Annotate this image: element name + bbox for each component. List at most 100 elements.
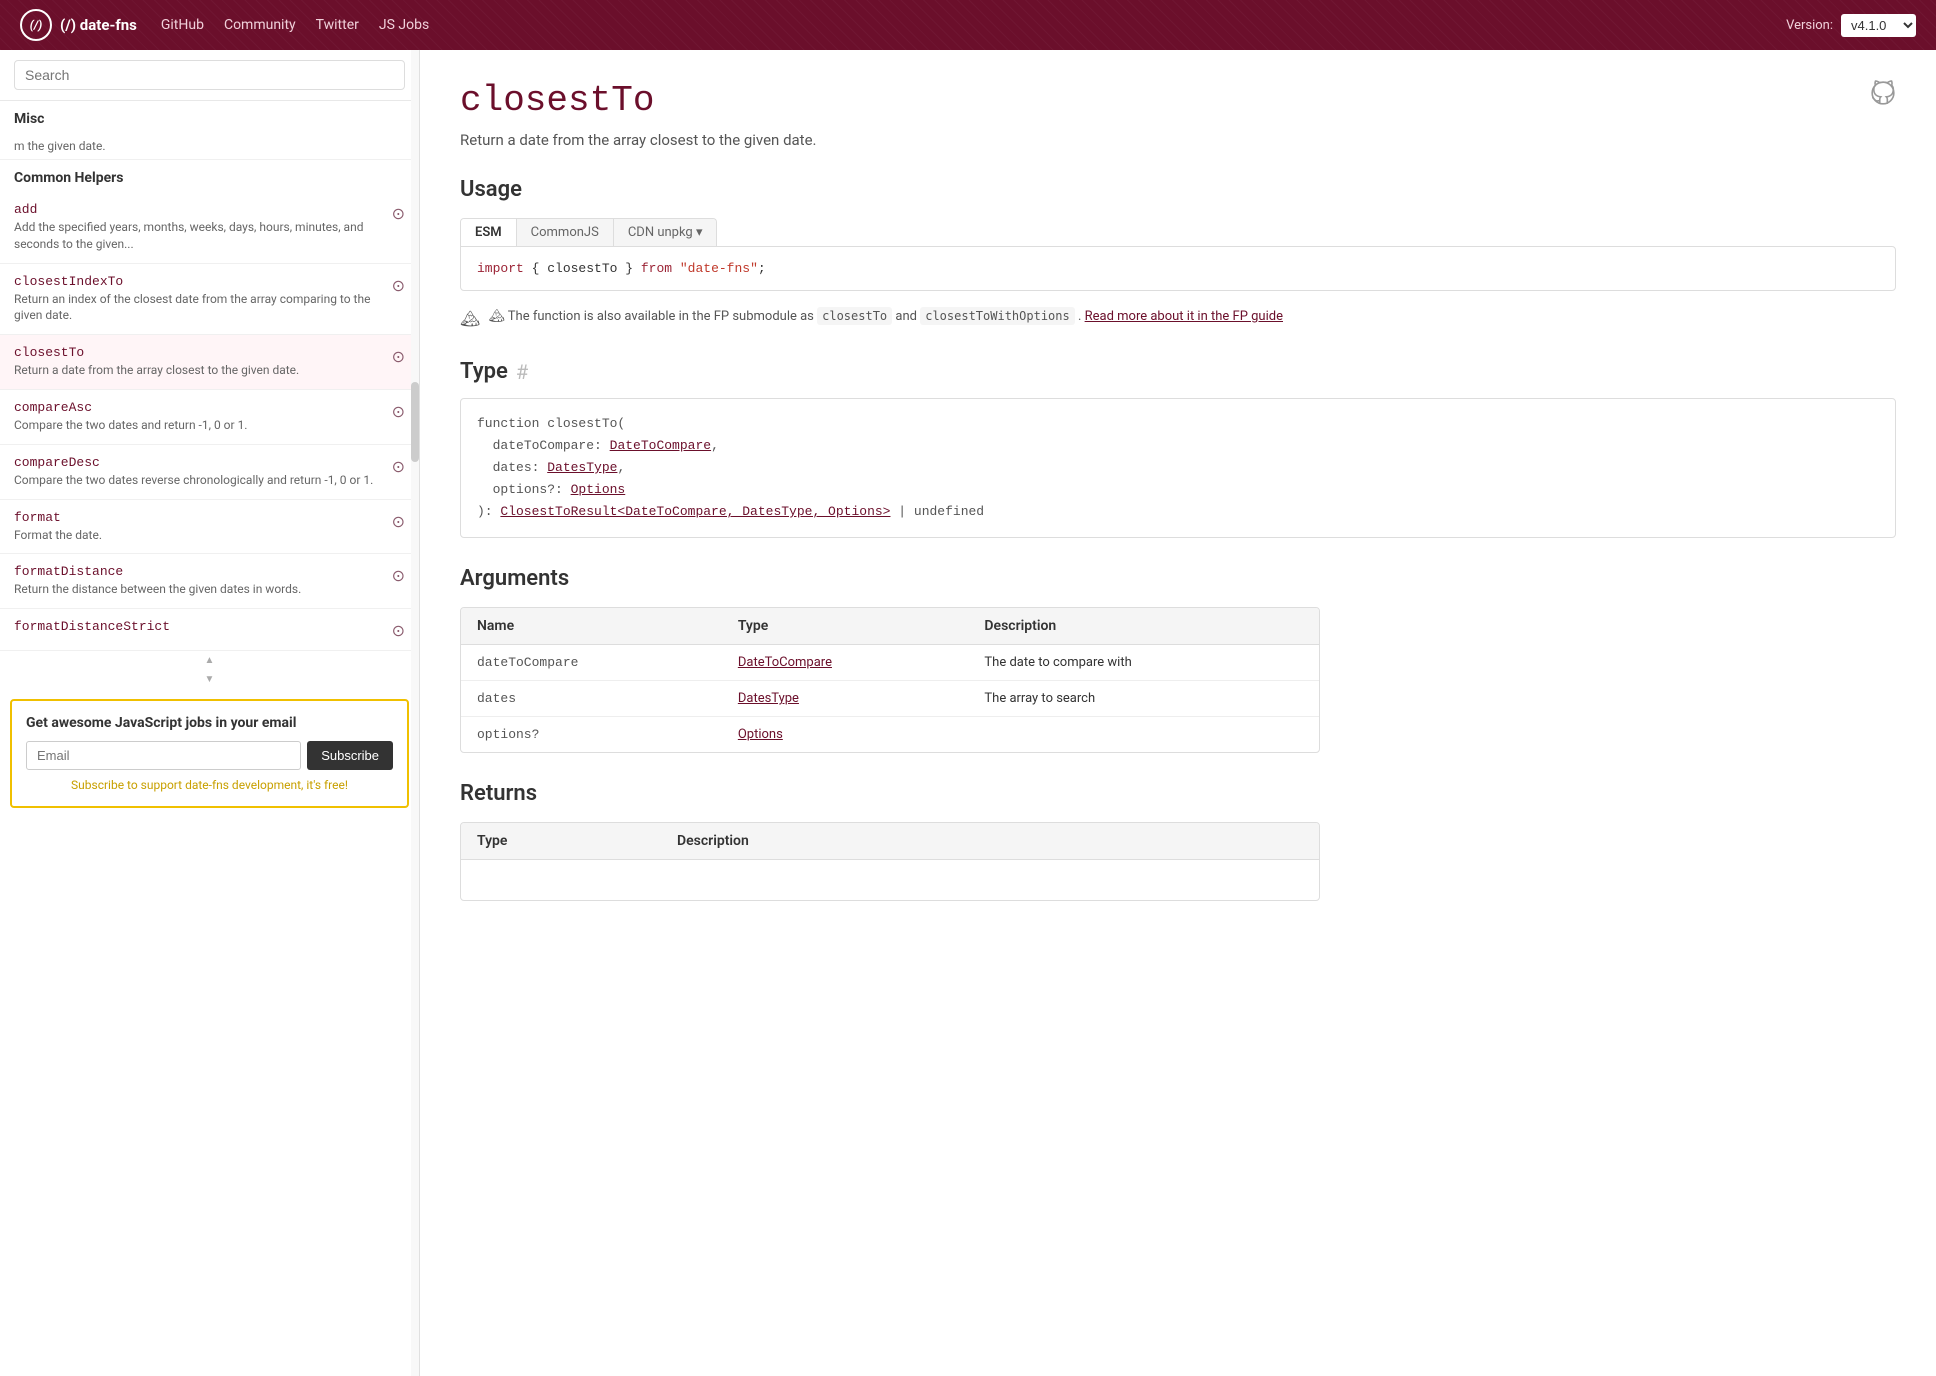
fp-code2: closestToWithOptions	[920, 307, 1075, 325]
version-selector-container: Version: v4.1.0v3.6.0v2.30.0v1.30.1	[1786, 14, 1916, 37]
arrow-icon: ⊙	[392, 512, 405, 531]
scroll-up-indicator: ▲	[0, 651, 419, 670]
arg-desc: The array to search	[968, 681, 1319, 717]
arguments-heading: Arguments	[460, 566, 1896, 591]
sidebar-item-desc: Return an index of the closest date from…	[14, 291, 384, 325]
arg-type: DateToCompare	[722, 645, 969, 681]
arrow-icon: ⊙	[392, 621, 405, 640]
scrollbar-thumb[interactable]	[411, 382, 419, 462]
type-code-line4: options?: Options	[493, 482, 626, 497]
main-content: closestTo Return a date from the array c…	[420, 50, 1936, 1376]
arg-type-link[interactable]: DatesType	[738, 691, 799, 706]
twitter-link[interactable]: Twitter	[316, 17, 359, 33]
ad-note: Subscribe to support date-fns developmen…	[26, 778, 393, 792]
misc-section-header: Misc	[0, 101, 419, 133]
arrow-icon: ⊙	[392, 347, 405, 366]
arg-desc	[968, 717, 1319, 753]
tab-cdn[interactable]: CDN unpkg ▾	[614, 219, 717, 246]
tab-commonjs[interactable]: CommonJS	[517, 219, 614, 246]
sidebar-item-name: compareDesc	[14, 455, 384, 470]
type-hash: #	[516, 360, 528, 384]
sidebar-item-format[interactable]: format Format the date. ⊙	[0, 500, 419, 555]
sidebar-item-name: closestIndexTo	[14, 274, 384, 289]
usage-heading: Usage	[460, 177, 1896, 202]
datetocompare-type-link[interactable]: DateToCompare	[610, 438, 711, 453]
sidebar-item-closestto[interactable]: closestTo Return a date from the array c…	[0, 335, 419, 390]
logo[interactable]: (/) (/) date-fns	[20, 9, 137, 41]
arg-type-link[interactable]: Options	[738, 727, 783, 742]
fp-code1: closestTo	[817, 307, 892, 325]
github-link[interactable]: GitHub	[161, 17, 204, 33]
import-code-block: import { closestTo } from "date-fns";	[460, 246, 1896, 291]
table-row: options? Options	[461, 717, 1319, 753]
closesttoresult-type-link[interactable]: ClosestToResult<DateToCompare, DatesType…	[500, 504, 890, 519]
sidebar-item-desc: Compare the two dates and return -1, 0 o…	[14, 417, 384, 434]
type-code-line5: ): ClosestToResult<DateToCompare, DatesT…	[477, 504, 984, 519]
ad-title: Get awesome JavaScript jobs in your emai…	[26, 715, 393, 731]
datestype-type-link[interactable]: DatesType	[547, 460, 617, 475]
arrow-icon: ⊙	[392, 402, 405, 421]
type-heading: Type	[460, 359, 508, 384]
tab-esm[interactable]: ESM	[461, 219, 517, 246]
github-icon[interactable]	[1870, 80, 1896, 112]
sidebar-item-name: formatDistanceStrict	[14, 619, 384, 634]
sidebar-item-desc: Return the distance between the given da…	[14, 581, 384, 598]
col-description: Description	[968, 608, 1319, 645]
type-code-line1: function closestTo(	[477, 416, 625, 431]
usage-tabs: ESM CommonJS CDN unpkg ▾	[460, 218, 717, 246]
arg-type-link[interactable]: DateToCompare	[738, 655, 832, 670]
arg-name: dateToCompare	[461, 645, 722, 681]
sidebar-item-add[interactable]: add Add the specified years, months, wee…	[0, 192, 419, 264]
type-code-line2: dateToCompare: DateToCompare,	[493, 438, 719, 453]
common-helpers-section-header: Common Helpers	[0, 160, 419, 192]
fp-note: 🏔 🏔 The function is also available in th…	[460, 307, 1896, 331]
type-heading-container: Type #	[460, 359, 1896, 384]
email-input[interactable]	[26, 741, 301, 770]
returns-heading: Returns	[460, 781, 1896, 806]
col-name: Name	[461, 608, 722, 645]
type-code-block: function closestTo( dateToCompare: DateT…	[460, 398, 1896, 538]
scroll-down-indicator: ▼	[0, 670, 419, 689]
arguments-table: Name Type Description dateToCompare Date…	[460, 607, 1320, 753]
arg-type: DatesType	[722, 681, 969, 717]
jsjobs-link[interactable]: JS Jobs	[379, 17, 429, 33]
page-title: closestTo	[460, 80, 1896, 121]
version-label: Version:	[1786, 18, 1833, 33]
page-layout: Misc m the given date. Common Helpers ad…	[0, 50, 1936, 1376]
sidebar-item-name: add	[14, 202, 384, 217]
ad-form: Subscribe	[26, 741, 393, 770]
returns-table: Type Description	[460, 822, 1320, 901]
fp-note-text: 🏔 The function is also available in the …	[488, 309, 814, 324]
arrow-icon: ⊙	[392, 204, 405, 223]
sidebar-item-name: formatDistance	[14, 564, 384, 579]
fp-emoji: 🏔	[460, 307, 480, 331]
fp-and: and	[895, 309, 917, 324]
search-input[interactable]	[14, 60, 405, 90]
returns-col-desc: Description	[661, 823, 1319, 860]
misc-truncated-text: m the given date.	[0, 133, 419, 160]
sidebar-item-comparedesc[interactable]: compareDesc Compare the two dates revers…	[0, 445, 419, 500]
sidebar-search-container	[0, 50, 419, 101]
arrow-icon: ⊙	[392, 566, 405, 585]
arrow-icon: ⊙	[392, 457, 405, 476]
sidebar-item-desc: Add the specified years, months, weeks, …	[14, 219, 384, 253]
sidebar-item-name: compareAsc	[14, 400, 384, 415]
sidebar-item-desc: Compare the two dates reverse chronologi…	[14, 472, 384, 489]
sidebar-item-compareasc[interactable]: compareAsc Compare the two dates and ret…	[0, 390, 419, 445]
sidebar-item-desc: Return a date from the array closest to …	[14, 362, 384, 379]
page-description: Return a date from the array closest to …	[460, 131, 1896, 149]
version-select[interactable]: v4.1.0v3.6.0v2.30.0v1.30.1	[1841, 14, 1916, 37]
col-type: Type	[722, 608, 969, 645]
sidebar-item-formatdistance[interactable]: formatDistance Return the distance betwe…	[0, 554, 419, 609]
options-type-link[interactable]: Options	[571, 482, 626, 497]
community-link[interactable]: Community	[224, 17, 296, 33]
subscribe-button[interactable]: Subscribe	[307, 741, 393, 770]
sidebar-item-desc: Format the date.	[14, 527, 384, 544]
sidebar-item-closestindexto[interactable]: closestIndexTo Return an index of the cl…	[0, 264, 419, 336]
fp-guide-link[interactable]: Read more about it in the FP guide	[1085, 309, 1283, 324]
arg-type: Options	[722, 717, 969, 753]
sidebar-item-formatdistancestrict[interactable]: formatDistanceStrict ⊙	[0, 609, 419, 651]
arg-name: options?	[461, 717, 722, 753]
nav-links: GitHub Community Twitter JS Jobs	[161, 17, 1762, 33]
sidebar-item-name: format	[14, 510, 384, 525]
